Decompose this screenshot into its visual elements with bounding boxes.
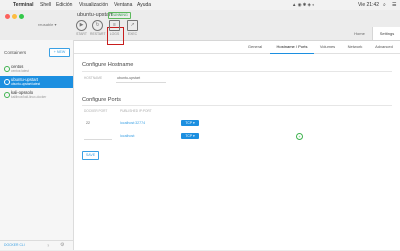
- container-image: kalilinux/kali-linux-docker: [11, 95, 47, 99]
- container-image: centos:latest: [11, 69, 29, 73]
- tab-network[interactable]: Network: [341, 41, 369, 53]
- status-icons[interactable]: ▲ ◉ ✱ ◈ ◐: [292, 0, 315, 10]
- tab-volumes[interactable]: Volumes: [314, 41, 341, 53]
- docker-cli-link[interactable]: DOCKER CLI: [4, 243, 25, 247]
- logs-button[interactable]: ≡ LOGS: [107, 20, 122, 36]
- menu-item-ayuda[interactable]: Ayuda: [137, 0, 151, 10]
- container-item-centos[interactable]: centos centos:latest: [0, 63, 73, 75]
- tab-home[interactable]: Home: [347, 27, 372, 40]
- divider: [82, 71, 392, 72]
- status-dot-icon: [4, 66, 10, 72]
- menu-item-shell[interactable]: Shell: [40, 0, 51, 10]
- tab-hostname-ports[interactable]: Hostname / Ports: [270, 41, 314, 54]
- start-button[interactable]: ▶ START: [74, 20, 89, 36]
- new-container-button[interactable]: + NEW: [49, 48, 70, 57]
- settings-tabs: General Hostname / Ports Volumes Network…: [74, 41, 400, 54]
- clock[interactable]: Vie 21:42: [358, 0, 379, 10]
- hostname-input[interactable]: ubuntu-upstart: [117, 76, 140, 80]
- play-icon: ▶: [76, 20, 87, 31]
- container-item-ubuntu-upstart[interactable]: ubuntu-upstart ubuntu-upstart:latest: [0, 76, 73, 88]
- restart-label: RESTART: [90, 32, 106, 36]
- menu-item-ventana[interactable]: Ventana: [114, 0, 132, 10]
- docker-port-underline: [84, 139, 112, 140]
- col-docker-port: DOCKER PORT: [84, 109, 108, 113]
- logs-label: LOGS: [109, 32, 120, 36]
- exec-icon: ↗: [127, 20, 138, 31]
- hostname-label: HOSTNAME: [84, 76, 103, 80]
- help-icon[interactable]: ?: [47, 243, 49, 248]
- gear-icon[interactable]: ⚙: [60, 242, 64, 248]
- minimize-window-button[interactable]: [12, 14, 17, 19]
- sidebar-footer: DOCKER CLI ? ⚙: [0, 240, 73, 251]
- restart-icon: ↻: [92, 20, 103, 31]
- status-dot-icon: [4, 92, 10, 98]
- add-port-icon[interactable]: +: [296, 133, 303, 140]
- protocol-select[interactable]: TCP ▾: [181, 133, 199, 139]
- tab-settings[interactable]: Settings: [372, 27, 400, 40]
- tab-general[interactable]: General: [240, 41, 270, 53]
- logs-icon: ≡: [109, 20, 120, 31]
- restart-button[interactable]: ↻ RESTART: [90, 20, 106, 36]
- published-port-input[interactable]: localhost:: [120, 134, 135, 138]
- protocol-select[interactable]: TCP ▾: [181, 120, 199, 126]
- container-item-kali-opssolo[interactable]: kali-opssolo kalilinux/kali-linux-docker: [0, 89, 73, 101]
- container-image: ubuntu-upstart:latest: [11, 82, 41, 86]
- notification-list-icon[interactable]: ☰: [392, 0, 396, 10]
- start-label: START: [76, 32, 87, 36]
- kitematic-window: reusable ▾ ubuntu-upstart RUNNING ▶ STAR…: [0, 10, 400, 250]
- col-published-port: PUBLISHED IP:PORT: [120, 109, 152, 113]
- spotlight-icon[interactable]: ⌕: [383, 0, 386, 10]
- sidebar: Containers + NEW centos centos:latest ub…: [0, 40, 74, 250]
- exec-label: EXEC: [127, 32, 138, 36]
- close-window-button[interactable]: [5, 14, 10, 19]
- divider: [82, 105, 392, 106]
- published-port-link[interactable]: localhost:32774: [120, 121, 145, 125]
- sidebar-heading: Containers: [4, 50, 27, 55]
- tab-advanced[interactable]: Advanced: [369, 41, 399, 53]
- ports-section-title: Configure Ports: [82, 97, 121, 103]
- save-button[interactable]: SAVE: [82, 151, 99, 160]
- menu-app-name[interactable]: Terminal: [13, 0, 33, 10]
- docker-port-value: 22: [86, 121, 90, 125]
- hostname-section-title: Configure Hostname: [82, 62, 134, 68]
- hostname-underline: [116, 82, 166, 83]
- status-badge: RUNNING: [108, 12, 131, 19]
- menu-item-visualizacion[interactable]: Visualización: [79, 0, 108, 10]
- status-dot-icon: [4, 79, 10, 85]
- menu-item-edicion[interactable]: Edición: [56, 0, 72, 10]
- exec-button[interactable]: ↗ EXEC: [125, 20, 140, 36]
- maximize-window-button[interactable]: [19, 14, 24, 19]
- title-bar: reusable ▾ ubuntu-upstart RUNNING ▶ STAR…: [0, 10, 400, 45]
- user-menu[interactable]: reusable ▾: [38, 22, 56, 27]
